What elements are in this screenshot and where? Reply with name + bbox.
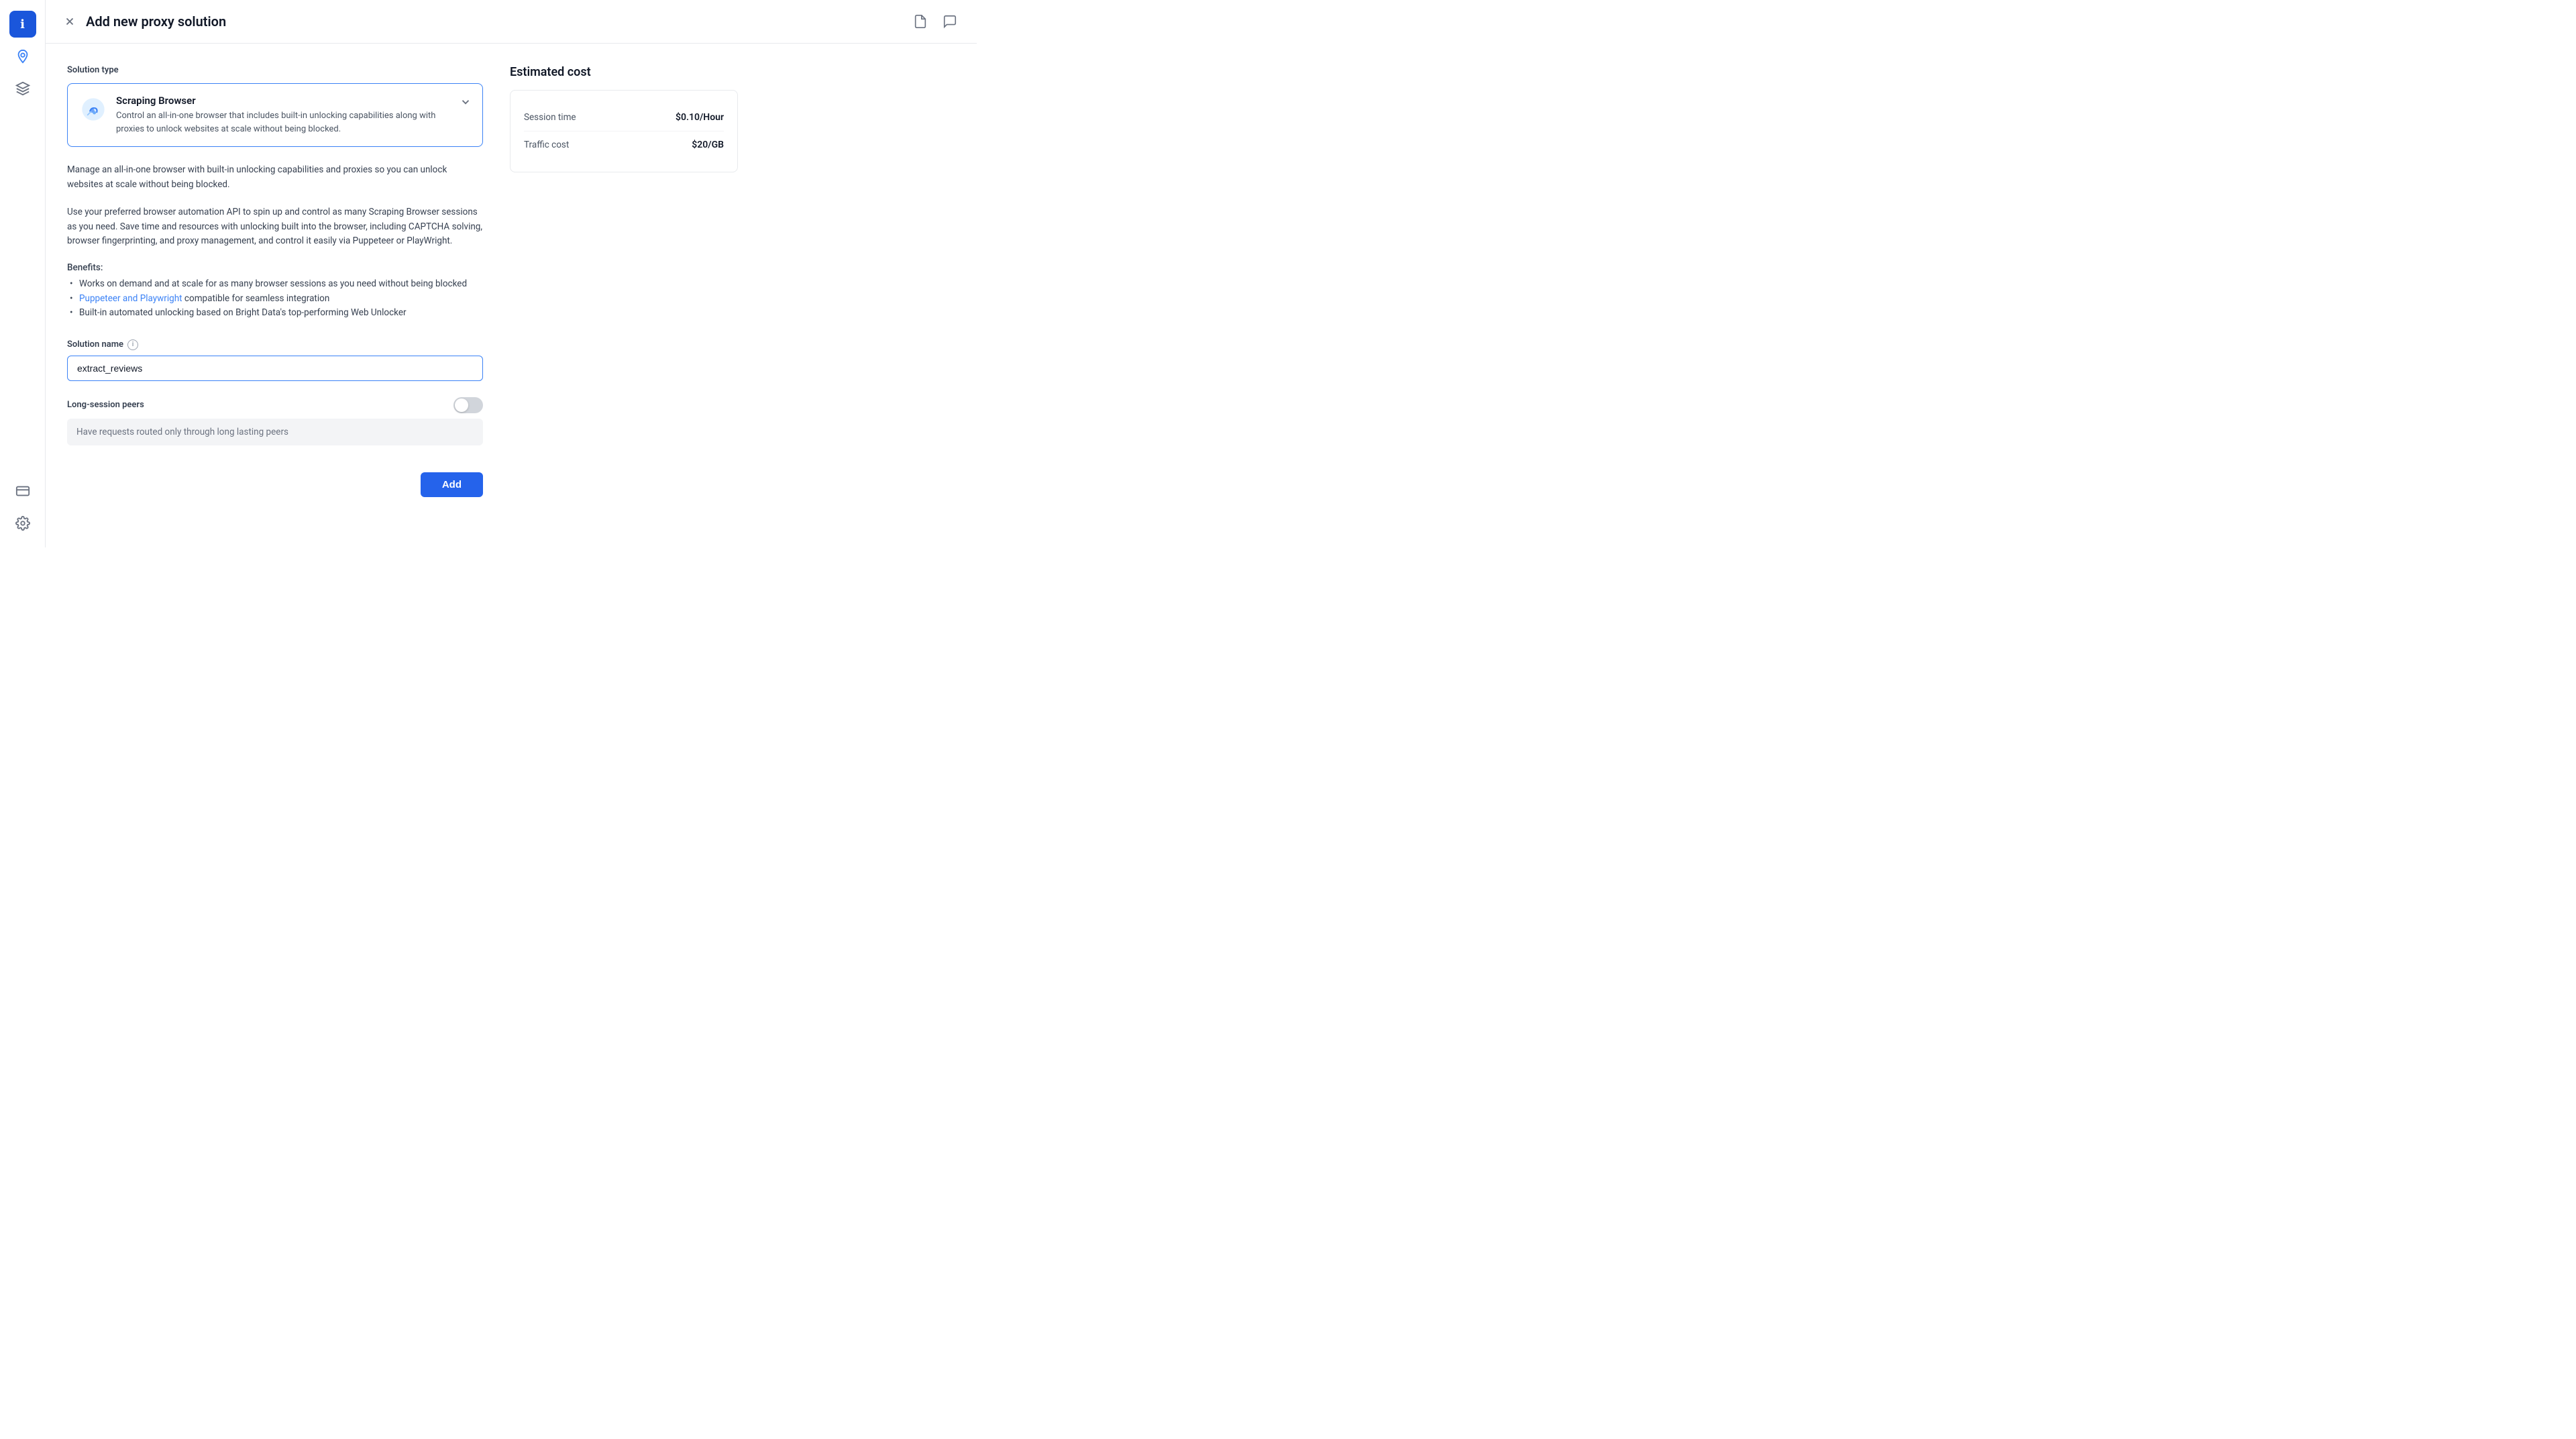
puppeteer-playwright-link[interactable]: Puppeteer and Playwright bbox=[79, 293, 182, 304]
solution-name-input[interactable] bbox=[67, 356, 483, 381]
sidebar-icon-info[interactable]: ℹ bbox=[9, 11, 36, 38]
location-icon bbox=[15, 49, 30, 64]
solution-type-desc: Control an all-in-one browser that inclu… bbox=[116, 109, 451, 136]
document-icon bbox=[913, 14, 928, 29]
benefit-item-1: Works on demand and at scale for as many… bbox=[67, 277, 483, 292]
peers-header: Long-session peers bbox=[67, 397, 483, 413]
solution-info: Scraping Browser Control an all-in-one b… bbox=[116, 95, 451, 136]
peers-description: Have requests routed only through long l… bbox=[67, 419, 483, 445]
description-para1: Manage an all-in-one browser with built-… bbox=[67, 163, 483, 192]
solution-type-label: Solution type bbox=[67, 65, 483, 75]
dialog-header: Add new proxy solution bbox=[46, 0, 977, 44]
sidebar: ℹ bbox=[0, 0, 46, 547]
content-area: Solution type Scraping Browser Control a… bbox=[46, 44, 977, 547]
cost-row-session: Session time $0.10/Hour bbox=[524, 104, 724, 131]
layers-icon bbox=[15, 81, 30, 96]
chat-icon-button[interactable] bbox=[939, 11, 961, 32]
billing-icon bbox=[15, 484, 30, 498]
session-time-label: Session time bbox=[524, 112, 576, 123]
sidebar-icon-settings[interactable] bbox=[9, 510, 36, 537]
traffic-cost-label: Traffic cost bbox=[524, 140, 569, 150]
para1-text: Manage an all-in-one browser with built-… bbox=[67, 163, 483, 192]
traffic-cost-value: $20/GB bbox=[692, 140, 724, 150]
solution-name-label: Solution name i bbox=[67, 339, 483, 350]
main-panel: Add new proxy solution Solution type bbox=[46, 0, 977, 547]
info-icon: ℹ bbox=[20, 17, 25, 32]
cost-row-traffic: Traffic cost $20/GB bbox=[524, 131, 724, 158]
close-button[interactable] bbox=[62, 13, 78, 30]
benefit-item-2: Puppeteer and Playwright compatible for … bbox=[67, 292, 483, 307]
sidebar-icon-billing[interactable] bbox=[9, 478, 36, 504]
benefits-list: Works on demand and at scale for as many… bbox=[67, 277, 483, 321]
solution-type-name: Scraping Browser bbox=[116, 95, 451, 107]
benefit-text-1: Works on demand and at scale for as many… bbox=[79, 278, 467, 289]
benefit-text-3: Built-in automated unlocking based on Br… bbox=[79, 307, 407, 318]
left-panel: Solution type Scraping Browser Control a… bbox=[67, 65, 483, 526]
long-session-peers-section: Long-session peers Have requests routed … bbox=[67, 397, 483, 445]
benefit-item-3: Built-in automated unlocking based on Br… bbox=[67, 306, 483, 321]
page-title: Add new proxy solution bbox=[86, 13, 902, 30]
document-icon-button[interactable] bbox=[910, 11, 931, 32]
add-button[interactable]: Add bbox=[421, 472, 483, 497]
solution-type-dropdown[interactable]: Scraping Browser Control an all-in-one b… bbox=[67, 83, 483, 147]
description-para2: Use your preferred browser automation AP… bbox=[67, 205, 483, 249]
solution-name-info-icon[interactable]: i bbox=[127, 339, 138, 350]
add-button-row: Add bbox=[67, 472, 483, 497]
estimated-cost-title: Estimated cost bbox=[510, 65, 738, 79]
scraping-browser-icon bbox=[78, 95, 108, 124]
cost-card: Session time $0.10/Hour Traffic cost $20… bbox=[510, 90, 738, 172]
benefits-section: Benefits: Works on demand and at scale f… bbox=[67, 262, 483, 321]
long-session-peers-toggle[interactable] bbox=[453, 397, 483, 413]
sidebar-icon-location[interactable] bbox=[9, 43, 36, 70]
header-actions bbox=[910, 11, 961, 32]
right-panel: Estimated cost Session time $0.10/Hour T… bbox=[510, 65, 738, 526]
chat-icon bbox=[943, 14, 957, 29]
para2-text: Use your preferred browser automation AP… bbox=[67, 205, 483, 249]
benefits-label: Benefits: bbox=[67, 262, 483, 273]
solution-name-section: Solution name i bbox=[67, 339, 483, 381]
settings-icon bbox=[15, 516, 30, 531]
session-time-value: $0.10/Hour bbox=[676, 112, 724, 123]
dropdown-arrow-icon bbox=[460, 96, 472, 111]
benefit-text-2: compatible for seamless integration bbox=[184, 293, 329, 304]
peers-label: Long-session peers bbox=[67, 400, 144, 410]
sidebar-icon-layers[interactable] bbox=[9, 75, 36, 102]
